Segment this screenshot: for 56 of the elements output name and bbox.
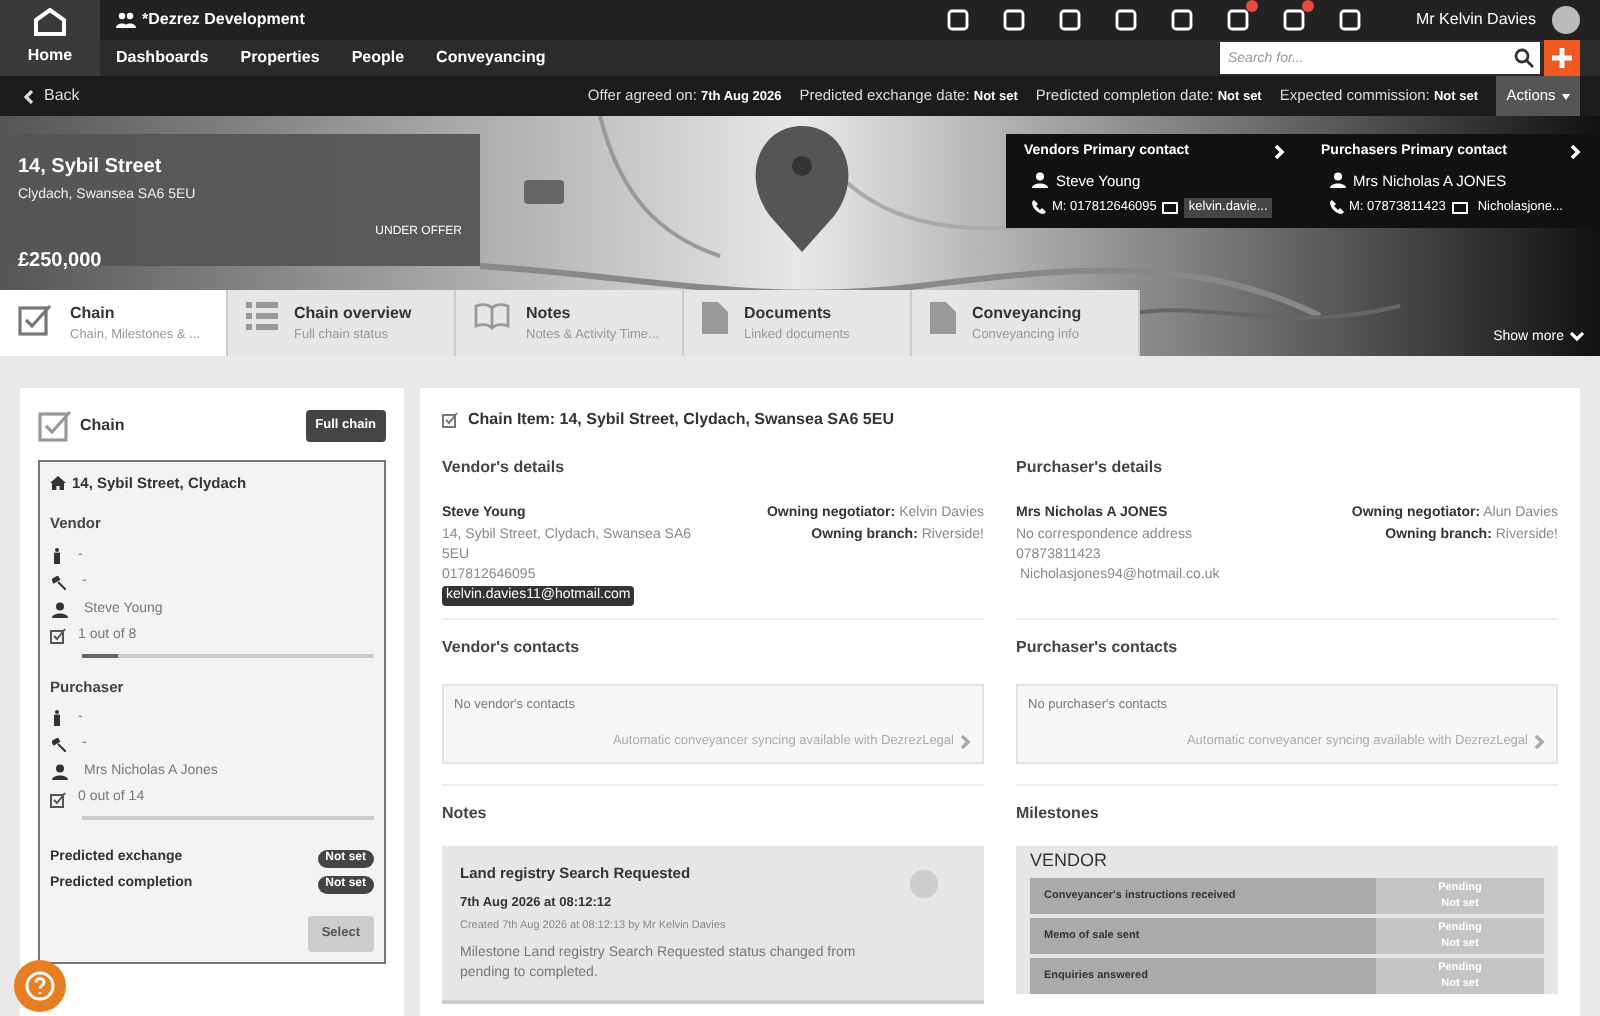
- panel-title: Chain Item: 14, Sybil Street, Clydach, Swansea SA6 5EU: [468, 408, 894, 432]
- person-icon: [52, 601, 68, 618]
- milestone-group: VENDOR: [1030, 847, 1544, 874]
- section-heading: Vendor's contacts: [442, 635, 582, 659]
- property-price: £250,000: [18, 247, 104, 275]
- search-button[interactable]: [1508, 42, 1540, 74]
- person-icon: [52, 764, 68, 780]
- section-heading: Milestones: [1016, 801, 1101, 825]
- section-heading: Notes: [442, 801, 489, 825]
- help-icon[interactable]: [14, 960, 66, 1012]
- property-title: 14, Sybil Street: [18, 154, 164, 182]
- home-logo[interactable]: Home: [0, 0, 100, 76]
- avatar-icon[interactable]: [1552, 6, 1580, 34]
- person-icon: [1329, 172, 1345, 189]
- tab-title: Chain overview: [294, 302, 412, 326]
- people-icon: [116, 12, 136, 28]
- book-icon: [474, 302, 510, 330]
- back-button[interactable]: Back: [24, 84, 80, 108]
- standing-person-icon: [52, 710, 62, 726]
- person-icon: [1032, 172, 1048, 189]
- document-icon: [930, 302, 956, 334]
- phone-icon: [1329, 200, 1343, 215]
- chevron-right-icon: [1273, 144, 1285, 161]
- nav-tab[interactable]: Dashboards: [100, 46, 225, 70]
- chevron-right-icon: [960, 733, 972, 750]
- section-heading: Vendor's details: [442, 456, 567, 480]
- chevron-left-icon: [24, 89, 34, 103]
- standing-person-icon: [52, 547, 62, 564]
- nav-tab[interactable]: Conveyancing: [420, 46, 562, 70]
- document-icon: [702, 302, 728, 334]
- chevron-right-icon: [1570, 144, 1582, 161]
- section-heading: Purchaser's details: [1016, 456, 1165, 480]
- avatar-icon: [910, 869, 938, 897]
- email-icon: [1451, 201, 1468, 214]
- house-logo-icon: [34, 8, 66, 36]
- nav-tab[interactable]: Properties: [224, 46, 336, 70]
- gavel-icon: [52, 575, 66, 590]
- chevron-down-icon: [1570, 332, 1584, 343]
- user-name[interactable]: Mr Kelvin Davies: [1415, 8, 1536, 32]
- email-icon: [1162, 201, 1179, 214]
- plus-icon: [1552, 48, 1572, 68]
- tab-title: Conveyancing: [972, 302, 1082, 326]
- list-icon: [246, 302, 278, 330]
- section-heading: Purchaser's contacts: [1016, 635, 1180, 659]
- phone-icon: [1032, 200, 1046, 215]
- nav-tab[interactable]: People: [335, 46, 421, 70]
- gavel-icon: [52, 738, 66, 752]
- search-icon: [1514, 48, 1534, 68]
- tab-title: Documents: [744, 302, 834, 326]
- chevron-right-icon: [1534, 733, 1546, 750]
- tab-title: Notes: [526, 302, 573, 326]
- house-icon: [50, 476, 66, 491]
- agency-name: *Dezrez Development: [142, 8, 305, 32]
- tab-title: Chain: [70, 302, 117, 326]
- nav-tab[interactable]: Home: [27, 44, 73, 76]
- panel-title: Chain: [80, 414, 125, 438]
